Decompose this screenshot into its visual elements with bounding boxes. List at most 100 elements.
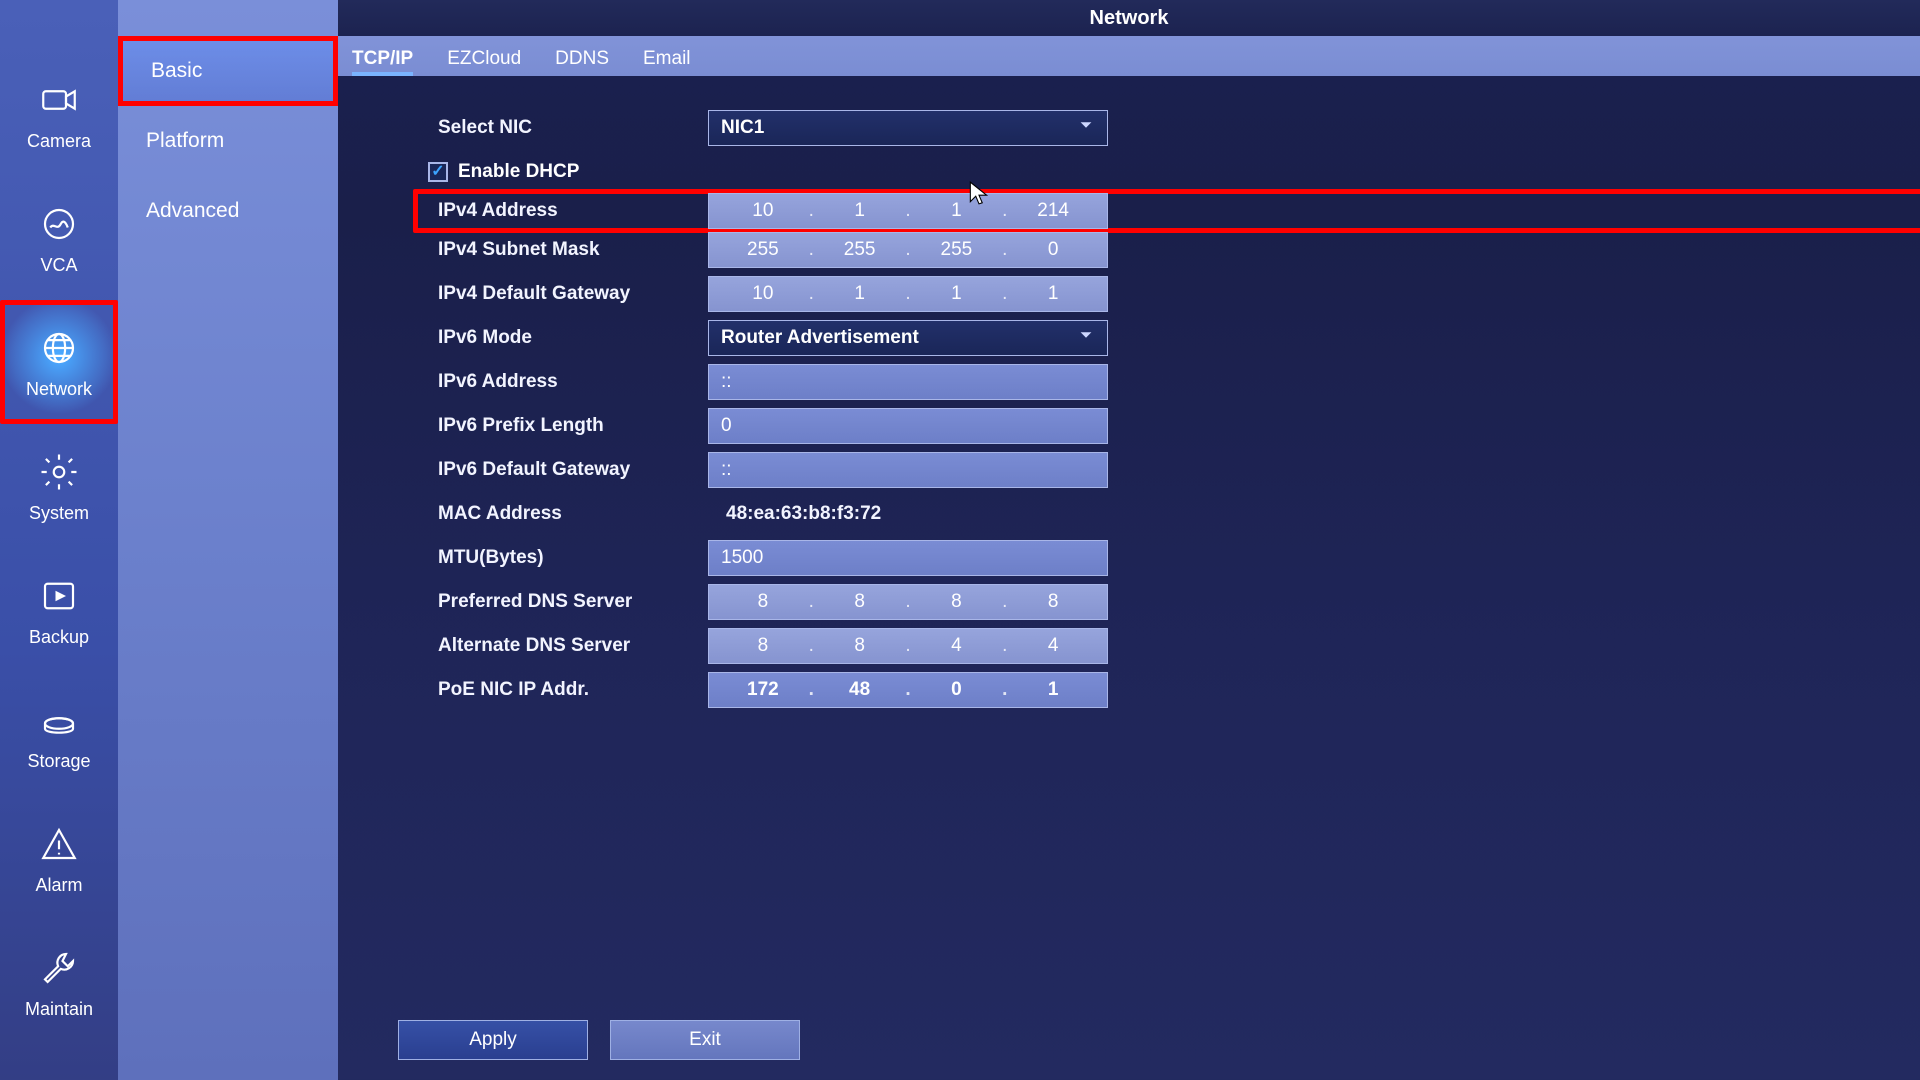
row-select-nic: Select NIC NIC1 <box>438 106 1860 150</box>
tab-tcpip[interactable]: TCP/IP <box>352 48 413 76</box>
sidebar-item-storage[interactable]: Storage <box>0 672 118 796</box>
ip-octet: 8 <box>1031 591 1075 613</box>
ip-octet: 8 <box>838 635 882 657</box>
input-poe-ip[interactable]: 172. 48. 0. 1 <box>708 672 1108 708</box>
label-ipv6-gw: IPv6 Default Gateway <box>438 459 708 481</box>
input-ipv4-address[interactable]: 10. 1. 1. 214 <box>708 193 1108 229</box>
sidebar-item-system[interactable]: System <box>0 424 118 548</box>
input-alt-dns[interactable]: 8. 8. 4. 4 <box>708 628 1108 664</box>
tab-email[interactable]: Email <box>643 48 691 76</box>
page-title-text: Network <box>1090 7 1169 30</box>
sidebar-item-label: VCA <box>40 255 77 276</box>
sidebar-item-camera[interactable]: Camera <box>0 52 118 176</box>
tab-ezcloud[interactable]: EZCloud <box>447 48 521 76</box>
value-mac: 48:ea:63:b8:f3:72 <box>708 503 881 525</box>
select-ipv6-mode[interactable]: Router Advertisement <box>708 320 1108 356</box>
ip-octet: 8 <box>741 635 785 657</box>
input-mtu[interactable]: 1500 <box>708 540 1108 576</box>
label-ipv6-prefix: IPv6 Prefix Length <box>438 415 708 437</box>
subnav-label: Platform <box>146 129 224 153</box>
gear-icon <box>36 449 82 495</box>
label-ipv4-address: IPv4 Address <box>438 200 708 222</box>
row-ipv4-gw: IPv4 Default Gateway 10. 1. 1. 1 <box>438 272 1860 316</box>
checkbox-enable-dhcp[interactable] <box>428 162 448 182</box>
button-bar: Apply Exit <box>398 1020 800 1060</box>
ip-octet: 4 <box>1031 635 1075 657</box>
ip-octet: 1 <box>934 200 978 222</box>
sidebar-item-network[interactable]: Network <box>0 300 118 424</box>
input-ipv6-address[interactable]: :: <box>708 364 1108 400</box>
ip-octet: 255 <box>934 239 978 261</box>
left-iconbar: Camera VCA Network System Backup Storage <box>0 0 118 1080</box>
sidebar-item-label: Storage <box>27 751 90 772</box>
ip-octet: 8 <box>934 591 978 613</box>
chevron-down-icon <box>1077 326 1095 350</box>
tab-label: EZCloud <box>447 48 521 69</box>
form-area: Select NIC NIC1 Enable DHCP IPv4 Address… <box>338 76 1920 1080</box>
ip-octet: 8 <box>741 591 785 613</box>
select-nic[interactable]: NIC1 <box>708 110 1108 146</box>
ip-octet: 4 <box>934 635 978 657</box>
sidebar-item-label: Network <box>26 379 92 400</box>
row-mtu: MTU(Bytes) 1500 <box>438 536 1860 580</box>
sidebar-item-vca[interactable]: VCA <box>0 176 118 300</box>
exit-button[interactable]: Exit <box>610 1020 800 1060</box>
input-ipv6-gw[interactable]: :: <box>708 452 1108 488</box>
label-select-nic: Select NIC <box>438 117 708 139</box>
sidebar-item-alarm[interactable]: Alarm <box>0 796 118 920</box>
label-ipv6-address: IPv6 Address <box>438 371 708 393</box>
label-enable-dhcp: Enable DHCP <box>458 161 579 183</box>
ip-octet: 0 <box>1031 239 1075 261</box>
input-ipv4-subnet[interactable]: 255. 255. 255. 0 <box>708 232 1108 268</box>
text-value: :: <box>721 459 732 481</box>
row-ipv6-gw: IPv6 Default Gateway :: <box>438 448 1860 492</box>
disk-icon <box>36 697 82 743</box>
label-ipv4-gw: IPv4 Default Gateway <box>438 283 708 305</box>
tab-label: TCP/IP <box>352 48 413 69</box>
chevron-down-icon <box>1077 116 1095 140</box>
select-value: Router Advertisement <box>721 327 919 349</box>
dhcp-area: Enable DHCP <box>438 150 579 194</box>
text-value: :: <box>721 371 732 393</box>
button-label: Apply <box>469 1029 517 1051</box>
main-panel: Network TCP/IP EZCloud DDNS Email Select… <box>338 0 1920 1080</box>
ip-octet: 8 <box>838 591 882 613</box>
sidebar-item-label: Backup <box>29 627 89 648</box>
tab-label: DDNS <box>555 48 609 69</box>
sidebar-item-label: Alarm <box>35 875 82 896</box>
ip-octet: 172 <box>741 679 785 701</box>
label-ipv4-subnet: IPv4 Subnet Mask <box>438 239 708 261</box>
text-value: 1500 <box>721 547 763 569</box>
subnav-item-platform[interactable]: Platform <box>118 106 338 176</box>
tab-label: Email <box>643 48 691 69</box>
ip-octet: 48 <box>838 679 882 701</box>
subnav-item-advanced[interactable]: Advanced <box>118 176 338 246</box>
ip-octet: 1 <box>838 200 882 222</box>
tabs: TCP/IP EZCloud DDNS Email <box>338 36 1920 76</box>
row-poe-ip: PoE NIC IP Addr. 172. 48. 0. 1 <box>438 668 1860 712</box>
ip-octet: 1 <box>1031 283 1075 305</box>
sidebar-item-maintain[interactable]: Maintain <box>0 920 118 1044</box>
subnav-item-basic[interactable]: Basic <box>118 36 338 106</box>
label-ipv6-mode: IPv6 Mode <box>438 327 708 349</box>
button-label: Exit <box>689 1029 721 1051</box>
row-alt-dns: Alternate DNS Server 8. 8. 4. 4 <box>438 624 1860 668</box>
label-poe-ip: PoE NIC IP Addr. <box>438 679 708 701</box>
label-alt-dns: Alternate DNS Server <box>438 635 708 657</box>
input-ipv4-gw[interactable]: 10. 1. 1. 1 <box>708 276 1108 312</box>
row-ipv6-prefix: IPv6 Prefix Length 0 <box>438 404 1860 448</box>
input-ipv6-prefix[interactable]: 0 <box>708 408 1108 444</box>
warning-icon <box>36 821 82 867</box>
sidebar-item-backup[interactable]: Backup <box>0 548 118 672</box>
play-box-icon <box>36 573 82 619</box>
ip-octet: 10 <box>741 283 785 305</box>
input-pref-dns[interactable]: 8. 8. 8. 8 <box>708 584 1108 620</box>
tab-ddns[interactable]: DDNS <box>555 48 609 76</box>
sidebar-item-label: Camera <box>27 131 91 152</box>
camera-icon <box>36 77 82 123</box>
ip-octet: 255 <box>838 239 882 261</box>
label-mac: MAC Address <box>438 503 708 525</box>
wrench-icon <box>36 945 82 991</box>
sub-nav: Basic Platform Advanced <box>118 0 338 1080</box>
apply-button[interactable]: Apply <box>398 1020 588 1060</box>
